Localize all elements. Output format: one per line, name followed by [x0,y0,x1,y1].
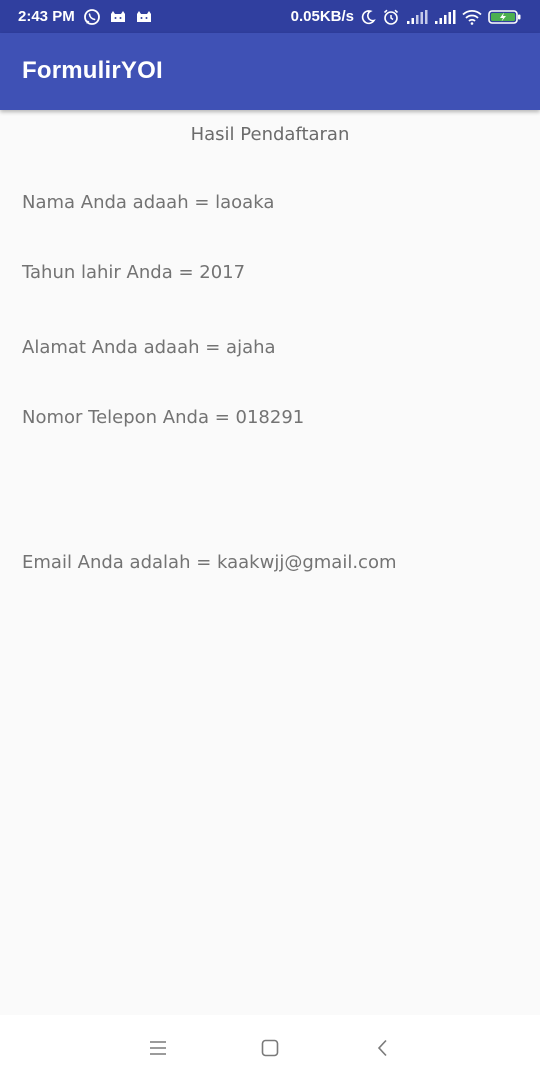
whatsapp-icon [83,8,101,26]
address-field: Alamat Anda adaah = ajaha [22,337,276,358]
status-right: 0.05KB/s [291,0,522,33]
status-time: 2:43 PM [18,8,75,25]
result-heading: Hasil Pendaftaran [190,124,350,145]
net-speed: 0.05KB/s [290,8,354,25]
menu-icon[interactable] [145,1035,171,1061]
signal-icon [434,9,456,24]
moon-icon [360,9,376,25]
email-field: Email Anda adalah = kaakwjj@gmail.com [22,552,397,573]
battery-charging-icon [488,9,522,25]
signal-icon [406,9,428,24]
birth-year-field: Tahun lahir Anda = 2017 [22,262,246,283]
app-title: FormulirYOI [22,57,163,84]
notification-cat-icon [109,10,127,24]
home-icon[interactable] [257,1035,283,1061]
phone-field: Nomor Telepon Anda = 018291 [22,407,305,428]
notification-cat-icon [135,10,153,24]
name-field: Nama Anda adaah = laoaka [22,192,275,213]
status-left: 2:43 PM [18,0,153,33]
alarm-icon [382,8,400,26]
wifi-icon [462,9,482,25]
navigation-bar [0,1015,540,1080]
status-bar: 2:43 PM 0.05KB/s [0,0,540,33]
app-bar: FormulirYOI [0,33,540,110]
back-icon[interactable] [370,1035,396,1061]
